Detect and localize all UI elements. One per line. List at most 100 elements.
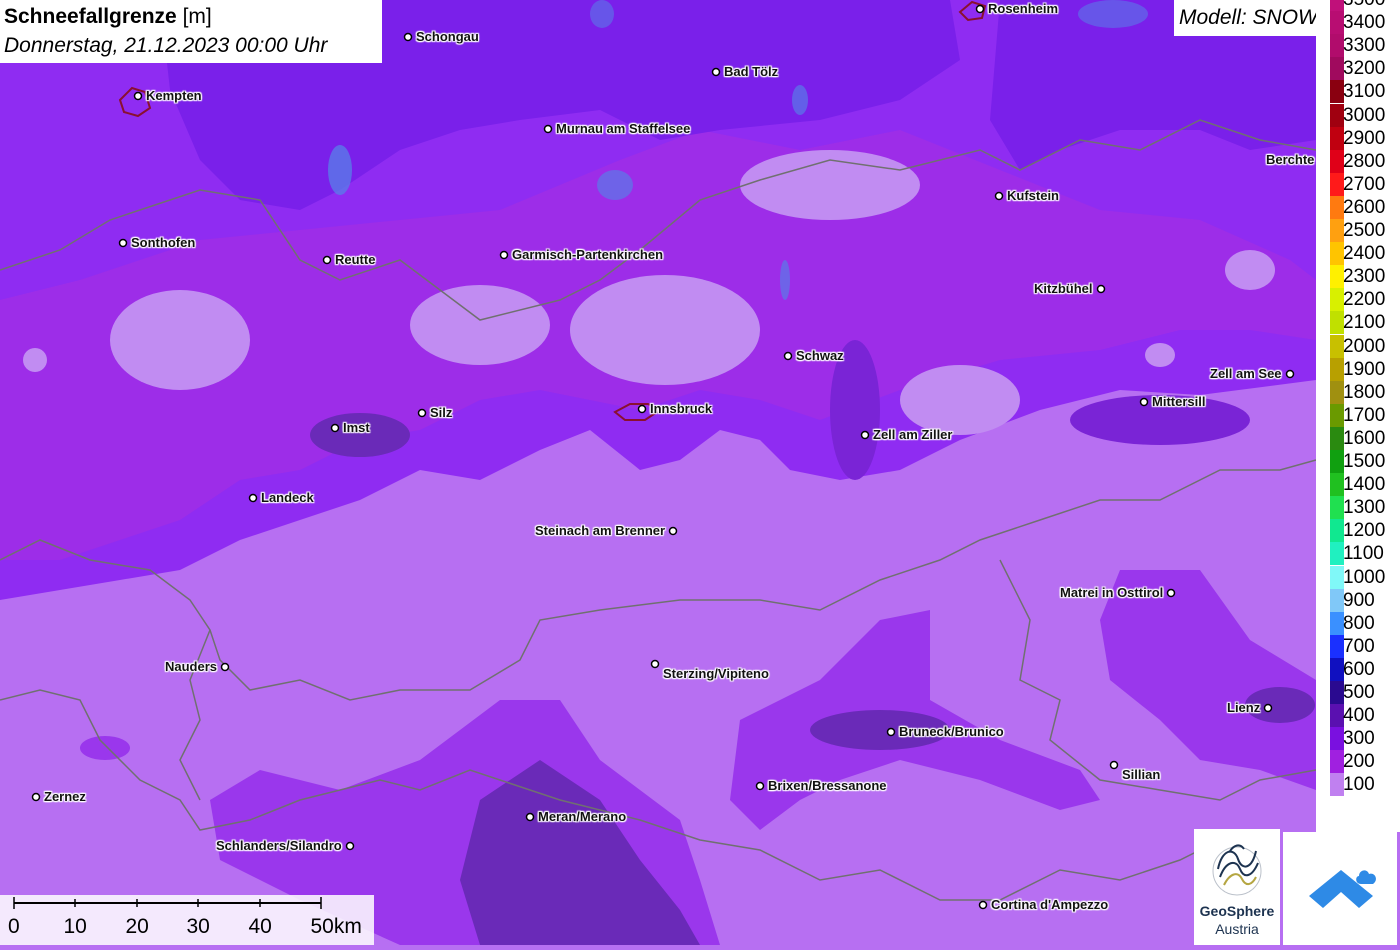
legend-row: 2100 (1316, 311, 1400, 335)
app-logo[interactable] (1283, 832, 1397, 945)
legend-swatch (1330, 172, 1344, 196)
legend-swatch (1330, 727, 1344, 751)
legend-swatch (1330, 11, 1344, 35)
legend-swatch (1330, 611, 1344, 635)
legend-swatch (1330, 334, 1344, 358)
city-dot (403, 32, 413, 42)
legend-row: 1200 (1316, 519, 1400, 543)
legend-label: 2000 (1343, 335, 1386, 357)
legend-row: 600 (1316, 657, 1400, 681)
legend-swatch (1330, 496, 1344, 520)
city-dot (755, 781, 765, 791)
city-dot (994, 191, 1004, 201)
legend-row: 400 (1316, 704, 1400, 728)
legend-row: 900 (1316, 588, 1400, 612)
legend-swatch (1330, 519, 1344, 543)
scale-label: 40 (248, 915, 272, 938)
legend-label: 2700 (1343, 173, 1386, 195)
legend-swatch (1330, 149, 1344, 173)
city-dot (978, 900, 988, 910)
city-dot (1285, 369, 1295, 379)
lake-5 (792, 85, 808, 115)
color-legend: 3500340033003200310030002900280027002600… (1316, 0, 1400, 832)
legend-row: 3400 (1316, 11, 1400, 35)
snowline-patch-5 (1145, 343, 1175, 367)
legend-label: 3400 (1343, 12, 1386, 34)
city-dot (1139, 397, 1149, 407)
legend-label: 1300 (1343, 497, 1386, 519)
city-dot (1109, 760, 1119, 770)
legend-swatch (1330, 542, 1344, 566)
city-dot (886, 727, 896, 737)
legend-label: 2200 (1343, 289, 1386, 311)
city-label: Sterzing/Vipiteno (663, 666, 769, 681)
legend-label: 400 (1343, 705, 1375, 727)
snowline-patch-7 (110, 290, 250, 390)
legend-label: 3500 (1343, 0, 1385, 11)
legend-label: 3000 (1343, 104, 1386, 126)
legend-label: 2300 (1343, 266, 1386, 288)
city-dot (220, 662, 230, 672)
city-label: Kitzbühel (1034, 281, 1093, 296)
legend-swatch (1330, 380, 1344, 404)
city-label: Nauders (165, 659, 218, 674)
city-label: Matrei in Osttirol (1060, 585, 1164, 600)
legend-row: 2700 (1316, 172, 1400, 196)
legend-swatch (1330, 34, 1344, 58)
city-dot (668, 526, 678, 536)
legend-label: 2100 (1343, 312, 1386, 334)
legend-swatch (1330, 0, 1344, 11)
legend-label: 2400 (1343, 243, 1386, 265)
lake-4 (590, 0, 614, 28)
city-dot (118, 238, 128, 248)
legend-label: 700 (1343, 635, 1375, 657)
legend-label: 200 (1343, 751, 1375, 773)
mountain-cloud-icon (1309, 870, 1376, 908)
legend-label: 2900 (1343, 127, 1386, 149)
legend-label: 500 (1343, 682, 1375, 703)
legend-row: 3100 (1316, 80, 1400, 104)
legend-label: 3300 (1343, 35, 1386, 57)
city-dot (975, 4, 985, 14)
legend-swatch (1330, 634, 1344, 658)
legend-row: 1500 (1316, 450, 1400, 473)
legend-swatch (1330, 195, 1344, 219)
legend-row: 800 (1316, 611, 1400, 635)
legend-row: 2300 (1316, 265, 1400, 289)
city-label: Brixen/Bressanone (768, 778, 887, 793)
city-dot (1166, 588, 1176, 598)
legend-row: 3000 (1316, 103, 1400, 127)
lake-6 (780, 260, 790, 300)
logo-name: GeoSphere (1199, 903, 1275, 919)
legend-label: 300 (1343, 728, 1375, 750)
city-label: Silz (430, 405, 453, 420)
snowfall-map[interactable] (0, 0, 1400, 945)
legend-row: 1600 (1316, 426, 1400, 450)
city-label: Schongau (416, 29, 479, 44)
city-label: Innsbruck (650, 401, 713, 416)
legend-row: 1900 (1316, 357, 1400, 381)
legend-row: 300 (1316, 727, 1400, 751)
city-dot (650, 659, 660, 669)
legend-swatch (1330, 450, 1344, 473)
legend-label: 1400 (1343, 474, 1386, 496)
snowline-patch-3 (570, 275, 760, 385)
legend-row: 2400 (1316, 242, 1400, 266)
legend-label: 2600 (1343, 196, 1386, 218)
legend-label: 2800 (1343, 150, 1386, 172)
snowline-patch-2 (410, 285, 550, 365)
city-dot (417, 408, 427, 418)
legend-swatch (1330, 403, 1344, 427)
legend-label: 600 (1343, 658, 1375, 680)
legend-label: 800 (1343, 612, 1375, 634)
city-label: Murnau am Staffelsee (556, 121, 691, 136)
legend-row: 500 (1316, 681, 1400, 704)
city-label: Sonthofen (131, 235, 196, 250)
legend-swatch (1330, 681, 1344, 704)
legend-swatch (1330, 588, 1344, 612)
geosphere-logo: GeoSphere Austria (1194, 829, 1280, 945)
legend-label: 3100 (1343, 81, 1386, 103)
city-dot (31, 792, 41, 802)
city-label: Bad Tölz (724, 64, 779, 79)
city-label: Mittersill (1152, 394, 1206, 409)
